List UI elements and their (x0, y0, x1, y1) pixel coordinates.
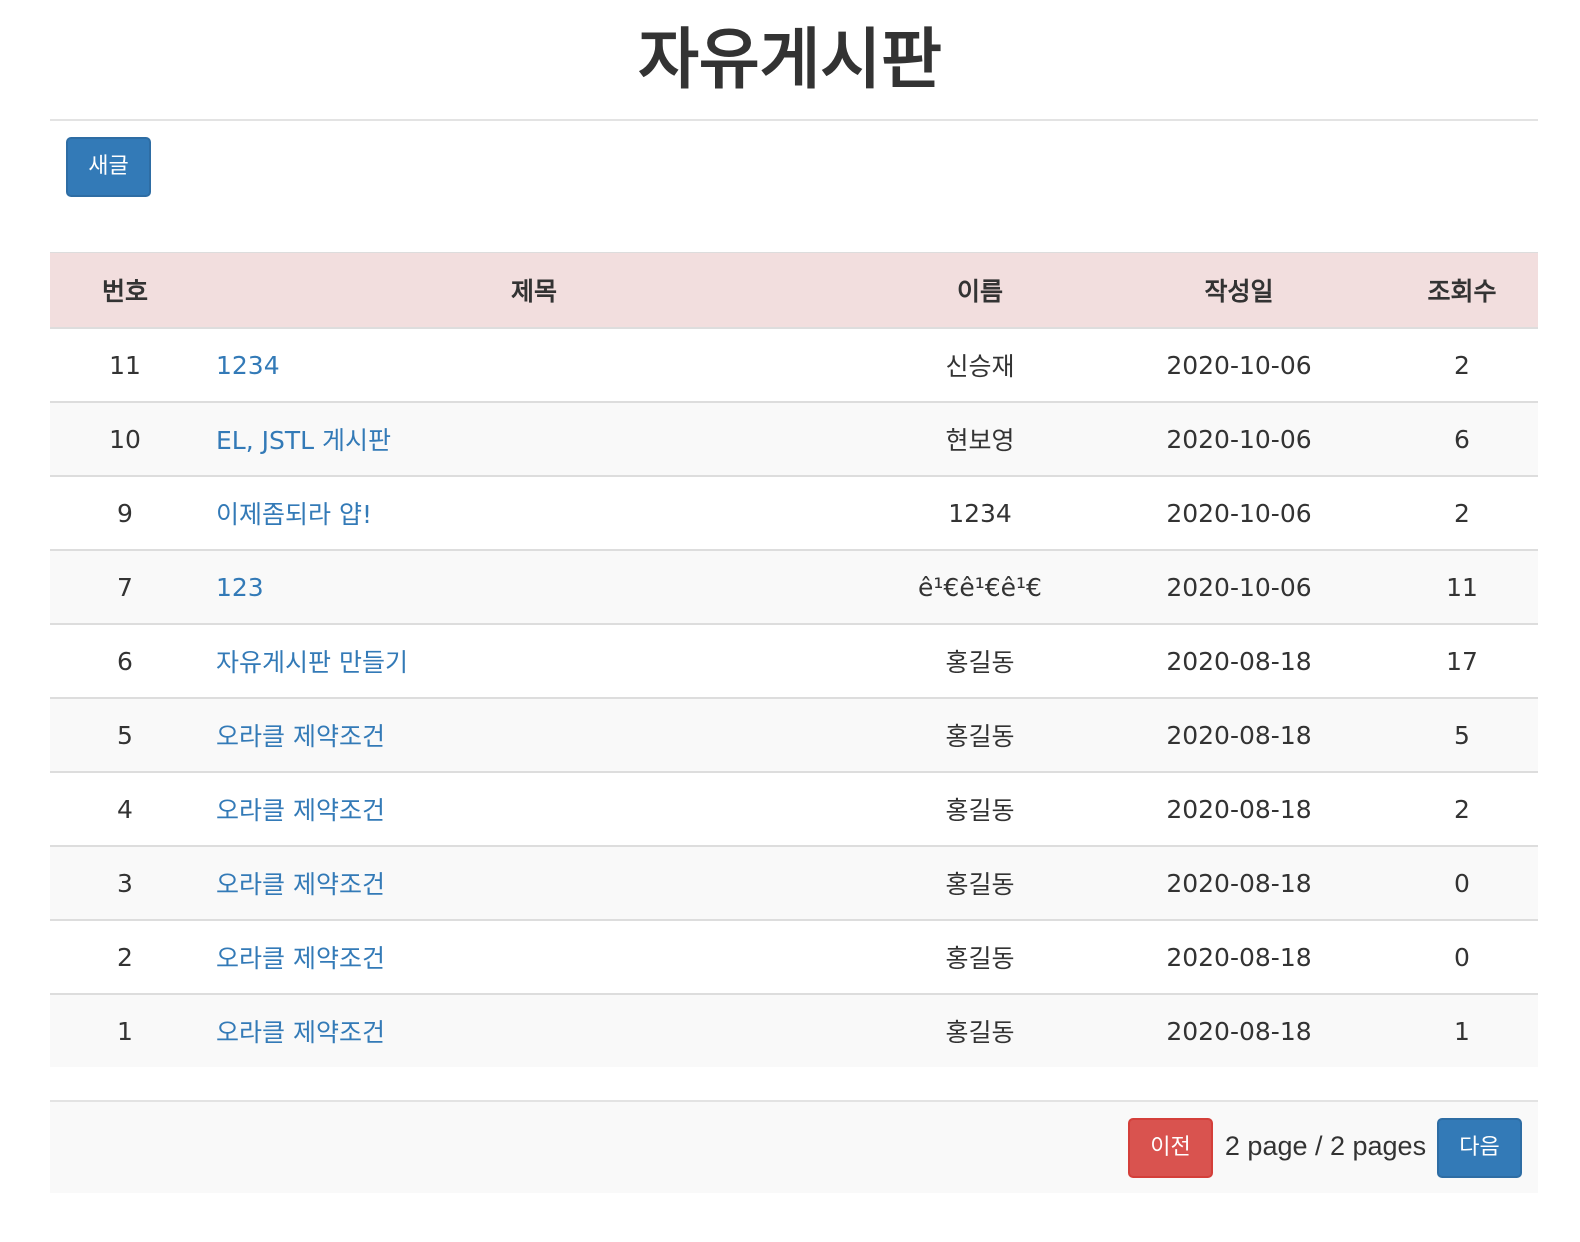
post-date: 2020-08-18 (1092, 624, 1386, 699)
post-number: 9 (50, 476, 200, 551)
post-author: 1234 (868, 476, 1092, 551)
post-number: 11 (50, 328, 200, 403)
prev-page-button[interactable]: 이전 (1128, 1118, 1213, 1178)
new-post-button[interactable]: 새글 (66, 137, 151, 197)
column-header-date: 작성일 (1092, 252, 1386, 329)
column-header-views: 조회수 (1386, 252, 1538, 329)
post-number: 3 (50, 846, 200, 921)
post-subject-link[interactable]: 오라클 제약조건 (216, 944, 385, 973)
table-row: 6 자유게시판 만들기 홍길동 2020-08-18 17 (50, 624, 1538, 699)
next-page-button[interactable]: 다음 (1437, 1118, 1522, 1178)
post-views: 1 (1386, 994, 1538, 1067)
table-row: 10 EL, JSTL 게시판 현보영 2020-10-06 6 (50, 402, 1538, 477)
table-row: 4 오라클 제약조건 홍길동 2020-08-18 2 (50, 772, 1538, 847)
post-subject-cell: 오라클 제약조건 (200, 846, 868, 921)
post-views: 0 (1386, 846, 1538, 921)
post-date: 2020-10-06 (1092, 402, 1386, 477)
page-title: 자유게시판 (638, 21, 942, 98)
post-subject-link[interactable]: 오라클 제약조건 (216, 1018, 385, 1047)
page-indicator: 2 page / 2 pages (1224, 1131, 1427, 1161)
post-number: 10 (50, 402, 200, 477)
post-date: 2020-10-06 (1092, 476, 1386, 551)
table-header-row: 번호 제목 이름 작성일 조회수 (50, 252, 1538, 329)
board-page: 자유게시판 새글 번호 제목 이름 작성일 조회수 11 1234 신승재 20… (0, 0, 1580, 1242)
table-row: 1 오라클 제약조건 홍길동 2020-08-18 1 (50, 994, 1538, 1067)
post-date: 2020-08-18 (1092, 920, 1386, 995)
table-row: 2 오라클 제약조건 홍길동 2020-08-18 0 (50, 920, 1538, 995)
post-views: 11 (1386, 550, 1538, 625)
post-date: 2020-10-06 (1092, 328, 1386, 403)
table-header: 번호 제목 이름 작성일 조회수 (50, 252, 1538, 329)
table-row: 9 이제좀되라 얍! 1234 2020-10-06 2 (50, 476, 1538, 551)
post-date: 2020-08-18 (1092, 994, 1386, 1067)
column-header-number: 번호 (50, 252, 200, 329)
post-subject-link[interactable]: EL, JSTL 게시판 (216, 426, 391, 455)
post-number: 6 (50, 624, 200, 699)
post-views: 2 (1386, 476, 1538, 551)
table-row: 7 123 ê¹€ê¹€ê¹€ 2020-10-06 11 (50, 550, 1538, 625)
post-author: ê¹€ê¹€ê¹€ (868, 550, 1092, 625)
post-subject-cell: 123 (200, 550, 868, 625)
post-date: 2020-08-18 (1092, 772, 1386, 847)
post-number: 7 (50, 550, 200, 625)
post-subject-cell: 자유게시판 만들기 (200, 624, 868, 699)
post-subject-link[interactable]: 자유게시판 만들기 (216, 648, 408, 677)
post-author: 홍길동 (868, 994, 1092, 1067)
post-number: 2 (50, 920, 200, 995)
post-subject-link[interactable]: 오라클 제약조건 (216, 870, 385, 899)
post-author: 현보영 (868, 402, 1092, 477)
post-number: 1 (50, 994, 200, 1067)
post-views: 2 (1386, 328, 1538, 403)
post-subject-link[interactable]: 이제좀되라 얍! (216, 500, 372, 529)
column-header-name: 이름 (868, 252, 1092, 329)
post-date: 2020-08-18 (1092, 846, 1386, 921)
post-subject-cell: 오라클 제약조건 (200, 772, 868, 847)
post-subject-cell: EL, JSTL 게시판 (200, 402, 868, 477)
post-author: 홍길동 (868, 920, 1092, 995)
post-author: 신승재 (868, 328, 1092, 403)
column-header-subject: 제목 (200, 252, 868, 329)
post-subject-cell: 이제좀되라 얍! (200, 476, 868, 551)
post-views: 17 (1386, 624, 1538, 699)
board-table: 번호 제목 이름 작성일 조회수 11 1234 신승재 2020-10-06 … (50, 252, 1538, 1067)
table-body: 11 1234 신승재 2020-10-06 2 10 EL, JSTL 게시판… (50, 328, 1538, 1067)
post-author: 홍길동 (868, 698, 1092, 773)
post-views: 0 (1386, 920, 1538, 995)
post-date: 2020-08-18 (1092, 698, 1386, 773)
post-number: 5 (50, 698, 200, 773)
table-row: 3 오라클 제약조건 홍길동 2020-08-18 0 (50, 846, 1538, 921)
post-views: 2 (1386, 772, 1538, 847)
post-author: 홍길동 (868, 772, 1092, 847)
post-subject-link[interactable]: 123 (216, 573, 264, 602)
post-views: 5 (1386, 698, 1538, 773)
post-subject-cell: 1234 (200, 328, 868, 403)
post-subject-cell: 오라클 제약조건 (200, 698, 868, 773)
post-author: 홍길동 (868, 624, 1092, 699)
table-row: 5 오라클 제약조건 홍길동 2020-08-18 5 (50, 698, 1538, 773)
post-author: 홍길동 (868, 846, 1092, 921)
post-number: 4 (50, 772, 200, 847)
post-date: 2020-10-06 (1092, 550, 1386, 625)
post-subject-link[interactable]: 오라클 제약조건 (216, 796, 385, 825)
post-subject-link[interactable]: 1234 (216, 351, 280, 380)
post-subject-cell: 오라클 제약조건 (200, 920, 868, 995)
post-subject-link[interactable]: 오라클 제약조건 (216, 722, 385, 751)
title-divider (50, 119, 1538, 121)
post-views: 6 (1386, 402, 1538, 477)
table-row: 11 1234 신승재 2020-10-06 2 (50, 328, 1538, 403)
post-subject-cell: 오라클 제약조건 (200, 994, 868, 1067)
